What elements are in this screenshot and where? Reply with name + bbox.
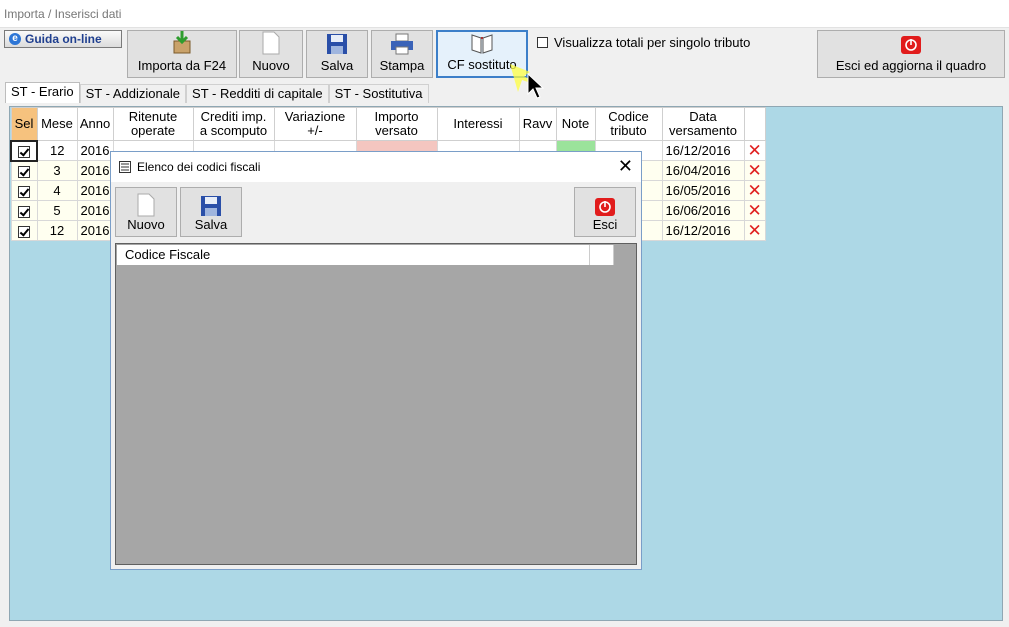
header-ravv: Ravv [518, 107, 557, 141]
row-checkbox[interactable] [18, 185, 30, 198]
column-header-codice-fiscale[interactable]: Codice Fiscale [117, 245, 590, 265]
exit-update-button[interactable]: Esci ed aggiorna il quadro [817, 30, 1005, 78]
row-select-cell[interactable] [10, 160, 38, 181]
delete-x-icon: ✕ [747, 220, 762, 240]
delete-x-icon: ✕ [747, 140, 762, 160]
delete-x-icon: ✕ [747, 160, 762, 180]
tax-codes-list[interactable]: Codice Fiscale [115, 243, 637, 565]
delete-row-button[interactable]: ✕ [743, 220, 766, 241]
window-title: Importa / Inserisci dati [0, 0, 1009, 28]
cell-anno[interactable]: 2016 [76, 140, 114, 161]
import-f24-button[interactable]: Importa da F24 [127, 30, 237, 78]
dialog-new-button[interactable]: Nuovo [115, 187, 177, 237]
row-select-cell[interactable] [10, 180, 38, 201]
tab-st-addizionale[interactable]: ST - Addizionale [79, 84, 187, 103]
header-variazione: Variazione +/- [273, 107, 357, 141]
header-note: Note [555, 107, 596, 141]
cell-data[interactable]: 16/04/2016 [661, 160, 745, 181]
printer-icon [391, 33, 413, 55]
power-off-icon [901, 36, 921, 54]
row-select-cell[interactable] [10, 200, 38, 221]
book-icon [471, 34, 493, 54]
cell-anno[interactable]: 2016 [76, 160, 114, 181]
help-online-button[interactable]: e Guida on-line [4, 30, 122, 48]
close-icon[interactable]: ✕ [618, 156, 633, 176]
header-delete [743, 107, 766, 141]
header-mese: Mese [36, 107, 78, 141]
save-button[interactable]: Salva [306, 30, 368, 78]
cell-mese[interactable]: 5 [36, 200, 78, 221]
cell-data[interactable]: 16/12/2016 [661, 220, 745, 241]
browser-icon: e [9, 33, 21, 45]
dialog-title: Elenco dei codici fiscali [137, 160, 261, 174]
cell-anno[interactable]: 2016 [76, 200, 114, 221]
print-button[interactable]: Stampa [371, 30, 433, 78]
delete-row-button[interactable]: ✕ [743, 140, 766, 161]
cell-data[interactable]: 16/12/2016 [661, 140, 745, 161]
delete-x-icon: ✕ [747, 180, 762, 200]
new-label: Nuovo [252, 58, 290, 73]
floppy-disk-icon [201, 196, 221, 216]
exit-update-label: Esci ed aggiorna il quadro [835, 58, 987, 73]
cell-mese[interactable]: 12 [36, 140, 78, 161]
header-codice: Codice tributo [594, 107, 663, 141]
delete-row-button[interactable]: ✕ [743, 200, 766, 221]
floppy-disk-icon [327, 34, 347, 54]
new-button[interactable]: Nuovo [239, 30, 303, 78]
tab-st-erario[interactable]: ST - Erario [5, 82, 80, 103]
row-checkbox[interactable] [18, 205, 30, 218]
cursor-icon [510, 64, 545, 99]
header-anno: Anno [76, 107, 114, 141]
tab-strip: ST - Erario ST - Addizionale ST - Reddit… [5, 82, 429, 103]
dialog-save-label: Salva [194, 217, 228, 232]
row-checkbox[interactable] [18, 145, 30, 158]
row-checkbox[interactable] [18, 165, 30, 178]
row-checkbox[interactable] [18, 225, 30, 238]
delete-x-icon: ✕ [747, 200, 762, 220]
cell-mese[interactable]: 3 [36, 160, 78, 181]
print-label: Stampa [379, 58, 425, 73]
cell-mese[interactable]: 4 [36, 180, 78, 201]
new-document-icon [262, 31, 280, 55]
dialog-exit-label: Esci [592, 217, 618, 232]
totals-checkbox-label: Visualizza totali per singolo tributo [554, 35, 751, 50]
cell-mese[interactable]: 12 [36, 220, 78, 241]
delete-row-button[interactable]: ✕ [743, 180, 766, 201]
cell-data[interactable]: 16/05/2016 [661, 180, 745, 201]
dialog-new-label: Nuovo [127, 217, 165, 232]
tab-st-sostitutiva[interactable]: ST - Sostitutiva [328, 84, 429, 103]
totals-checkbox[interactable] [537, 37, 548, 48]
list-icon [119, 161, 131, 173]
help-online-label: Guida on-line [25, 32, 102, 46]
import-icon [173, 31, 191, 54]
row-select-cell[interactable] [10, 139, 38, 162]
dialog-titlebar[interactable]: Elenco dei codici fiscali [111, 152, 641, 182]
tax-codes-dialog: Elenco dei codici fiscali ✕ Nuovo Salva … [110, 151, 642, 570]
header-sel: Sel [10, 107, 38, 141]
header-ritenute: Ritenute operate [112, 107, 194, 141]
save-label: Salva [320, 58, 354, 73]
delete-row-button[interactable]: ✕ [743, 160, 766, 181]
totals-checkbox-row[interactable]: Visualizza totali per singolo tributo [537, 35, 750, 50]
new-document-icon [137, 193, 155, 217]
power-off-icon [595, 198, 615, 216]
dialog-save-button[interactable]: Salva [180, 187, 242, 237]
cell-data[interactable]: 16/06/2016 [661, 200, 745, 221]
tab-st-redditi-capitale[interactable]: ST - Redditi di capitale [186, 84, 329, 103]
cell-anno[interactable]: 2016 [76, 180, 114, 201]
header-data: Data versamento [661, 107, 745, 141]
header-interessi: Interessi [436, 107, 520, 141]
header-crediti: Crediti imp. a scomputo [192, 107, 275, 141]
header-importo: Importo versato [355, 107, 438, 141]
cell-anno[interactable]: 2016 [76, 220, 114, 241]
import-f24-label: Importa da F24 [137, 58, 227, 73]
row-select-cell[interactable] [10, 220, 38, 241]
column-header-extra [590, 245, 614, 265]
dialog-exit-button[interactable]: Esci [574, 187, 636, 237]
